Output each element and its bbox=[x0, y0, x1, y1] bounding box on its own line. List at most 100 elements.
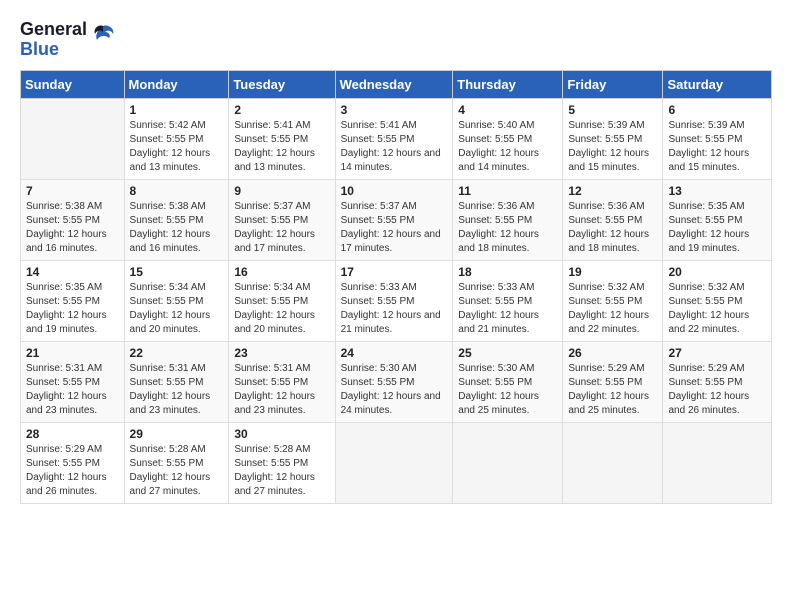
day-info: Sunrise: 5:38 AMSunset: 5:55 PMDaylight:… bbox=[26, 200, 119, 256]
day-info: Sunrise: 5:31 AMSunset: 5:55 PMDaylight:… bbox=[26, 362, 119, 418]
day-info: Sunrise: 5:30 AMSunset: 5:55 PMDaylight:… bbox=[341, 362, 448, 418]
day-cell: 5 Sunrise: 5:39 AMSunset: 5:55 PMDaylight… bbox=[563, 98, 663, 179]
day-cell: 19 Sunrise: 5:32 AMSunset: 5:55 PMDayligh… bbox=[563, 260, 663, 341]
day-cell: 8 Sunrise: 5:38 AMSunset: 5:55 PMDaylight… bbox=[124, 179, 229, 260]
day-cell: 24Sunrise: 5:30 AMSunset: 5:55 PMDayligh… bbox=[335, 341, 453, 422]
header-day-wednesday: Wednesday bbox=[335, 70, 453, 98]
day-number: 20 bbox=[668, 265, 766, 279]
day-cell: 3 Sunrise: 5:41 AMSunset: 5:55 PMDaylight… bbox=[335, 98, 453, 179]
day-cell bbox=[663, 422, 772, 503]
day-cell: 14 Sunrise: 5:35 AMSunset: 5:55 PMDayligh… bbox=[21, 260, 125, 341]
header: General Blue bbox=[20, 20, 772, 60]
week-row-0: 1 Sunrise: 5:42 AMSunset: 5:55 PMDaylight… bbox=[21, 98, 772, 179]
day-cell: 11Sunrise: 5:36 AMSunset: 5:55 PMDayligh… bbox=[453, 179, 563, 260]
day-info: Sunrise: 5:39 AMSunset: 5:55 PMDaylight:… bbox=[568, 119, 657, 175]
day-cell: 20 Sunrise: 5:32 AMSunset: 5:55 PMDayligh… bbox=[663, 260, 772, 341]
day-info: Sunrise: 5:32 AMSunset: 5:55 PMDaylight:… bbox=[568, 281, 657, 337]
week-row-3: 21 Sunrise: 5:31 AMSunset: 5:55 PMDayligh… bbox=[21, 341, 772, 422]
day-number: 13 bbox=[668, 184, 766, 198]
day-cell bbox=[453, 422, 563, 503]
day-number: 22 bbox=[130, 346, 224, 360]
day-number: 18 bbox=[458, 265, 557, 279]
day-number: 1 bbox=[130, 103, 224, 117]
day-number: 10 bbox=[341, 184, 448, 198]
day-number: 4 bbox=[458, 103, 557, 117]
day-info: Sunrise: 5:36 AMSunset: 5:55 PMDaylight:… bbox=[568, 200, 657, 256]
day-info: Sunrise: 5:34 AMSunset: 5:55 PMDaylight:… bbox=[130, 281, 224, 337]
day-info: Sunrise: 5:32 AMSunset: 5:55 PMDaylight:… bbox=[668, 281, 766, 337]
day-cell: 1 Sunrise: 5:42 AMSunset: 5:55 PMDaylight… bbox=[124, 98, 229, 179]
day-number: 16 bbox=[234, 265, 329, 279]
day-cell: 27 Sunrise: 5:29 AMSunset: 5:55 PMDayligh… bbox=[663, 341, 772, 422]
day-info: Sunrise: 5:42 AMSunset: 5:55 PMDaylight:… bbox=[130, 119, 224, 175]
day-number: 28 bbox=[26, 427, 119, 441]
day-info: Sunrise: 5:33 AMSunset: 5:55 PMDaylight:… bbox=[341, 281, 448, 337]
day-info: Sunrise: 5:31 AMSunset: 5:55 PMDaylight:… bbox=[130, 362, 224, 418]
day-number: 3 bbox=[341, 103, 448, 117]
day-info: Sunrise: 5:41 AMSunset: 5:55 PMDaylight:… bbox=[234, 119, 329, 175]
day-number: 25 bbox=[458, 346, 557, 360]
day-cell: 13 Sunrise: 5:35 AMSunset: 5:55 PMDayligh… bbox=[663, 179, 772, 260]
day-number: 6 bbox=[668, 103, 766, 117]
day-cell: 7 Sunrise: 5:38 AMSunset: 5:55 PMDaylight… bbox=[21, 179, 125, 260]
day-info: Sunrise: 5:29 AMSunset: 5:55 PMDaylight:… bbox=[568, 362, 657, 418]
header-day-saturday: Saturday bbox=[663, 70, 772, 98]
day-info: Sunrise: 5:35 AMSunset: 5:55 PMDaylight:… bbox=[26, 281, 119, 337]
day-info: Sunrise: 5:37 AMSunset: 5:55 PMDaylight:… bbox=[341, 200, 448, 256]
day-info: Sunrise: 5:41 AMSunset: 5:55 PMDaylight:… bbox=[341, 119, 448, 175]
day-cell: 17 Sunrise: 5:33 AMSunset: 5:55 PMDayligh… bbox=[335, 260, 453, 341]
day-number: 14 bbox=[26, 265, 119, 279]
header-day-tuesday: Tuesday bbox=[229, 70, 335, 98]
day-number: 19 bbox=[568, 265, 657, 279]
day-cell: 15Sunrise: 5:34 AMSunset: 5:55 PMDayligh… bbox=[124, 260, 229, 341]
day-info: Sunrise: 5:28 AMSunset: 5:55 PMDaylight:… bbox=[234, 443, 329, 499]
day-cell: 10 Sunrise: 5:37 AMSunset: 5:55 PMDayligh… bbox=[335, 179, 453, 260]
logo: General Blue bbox=[20, 20, 117, 60]
day-info: Sunrise: 5:39 AMSunset: 5:55 PMDaylight:… bbox=[668, 119, 766, 175]
day-info: Sunrise: 5:35 AMSunset: 5:55 PMDaylight:… bbox=[668, 200, 766, 256]
day-cell: 4 Sunrise: 5:40 AMSunset: 5:55 PMDaylight… bbox=[453, 98, 563, 179]
day-info: Sunrise: 5:31 AMSunset: 5:55 PMDaylight:… bbox=[234, 362, 329, 418]
day-info: Sunrise: 5:28 AMSunset: 5:55 PMDaylight:… bbox=[130, 443, 224, 499]
day-cell: 23Sunrise: 5:31 AMSunset: 5:55 PMDayligh… bbox=[229, 341, 335, 422]
header-day-thursday: Thursday bbox=[453, 70, 563, 98]
day-info: Sunrise: 5:29 AMSunset: 5:55 PMDaylight:… bbox=[668, 362, 766, 418]
day-number: 2 bbox=[234, 103, 329, 117]
day-cell: 26Sunrise: 5:29 AMSunset: 5:55 PMDayligh… bbox=[563, 341, 663, 422]
calendar-header-row: SundayMondayTuesdayWednesdayThursdayFrid… bbox=[21, 70, 772, 98]
day-number: 27 bbox=[668, 346, 766, 360]
day-info: Sunrise: 5:29 AMSunset: 5:55 PMDaylight:… bbox=[26, 443, 119, 499]
day-cell: 6 Sunrise: 5:39 AMSunset: 5:55 PMDaylight… bbox=[663, 98, 772, 179]
week-row-2: 14 Sunrise: 5:35 AMSunset: 5:55 PMDayligh… bbox=[21, 260, 772, 341]
calendar-table: SundayMondayTuesdayWednesdayThursdayFrid… bbox=[20, 70, 772, 504]
logo-bird-icon bbox=[89, 22, 117, 50]
day-cell: 16 Sunrise: 5:34 AMSunset: 5:55 PMDayligh… bbox=[229, 260, 335, 341]
day-cell: 18 Sunrise: 5:33 AMSunset: 5:55 PMDayligh… bbox=[453, 260, 563, 341]
day-info: Sunrise: 5:38 AMSunset: 5:55 PMDaylight:… bbox=[130, 200, 224, 256]
day-number: 5 bbox=[568, 103, 657, 117]
day-cell: 9Sunrise: 5:37 AMSunset: 5:55 PMDaylight… bbox=[229, 179, 335, 260]
day-cell: 29 Sunrise: 5:28 AMSunset: 5:55 PMDayligh… bbox=[124, 422, 229, 503]
logo-blue: Blue bbox=[20, 40, 87, 60]
day-cell bbox=[335, 422, 453, 503]
day-info: Sunrise: 5:40 AMSunset: 5:55 PMDaylight:… bbox=[458, 119, 557, 175]
day-number: 7 bbox=[26, 184, 119, 198]
day-info: Sunrise: 5:36 AMSunset: 5:55 PMDaylight:… bbox=[458, 200, 557, 256]
day-cell: 25 Sunrise: 5:30 AMSunset: 5:55 PMDayligh… bbox=[453, 341, 563, 422]
week-row-4: 28 Sunrise: 5:29 AMSunset: 5:55 PMDayligh… bbox=[21, 422, 772, 503]
day-cell: 28 Sunrise: 5:29 AMSunset: 5:55 PMDayligh… bbox=[21, 422, 125, 503]
header-day-monday: Monday bbox=[124, 70, 229, 98]
day-cell: 2 Sunrise: 5:41 AMSunset: 5:55 PMDaylight… bbox=[229, 98, 335, 179]
day-number: 17 bbox=[341, 265, 448, 279]
day-cell: 30Sunrise: 5:28 AMSunset: 5:55 PMDayligh… bbox=[229, 422, 335, 503]
day-info: Sunrise: 5:30 AMSunset: 5:55 PMDaylight:… bbox=[458, 362, 557, 418]
header-day-sunday: Sunday bbox=[21, 70, 125, 98]
day-info: Sunrise: 5:34 AMSunset: 5:55 PMDaylight:… bbox=[234, 281, 329, 337]
header-day-friday: Friday bbox=[563, 70, 663, 98]
logo-general: General bbox=[20, 20, 87, 40]
day-info: Sunrise: 5:33 AMSunset: 5:55 PMDaylight:… bbox=[458, 281, 557, 337]
day-number: 8 bbox=[130, 184, 224, 198]
day-number: 29 bbox=[130, 427, 224, 441]
day-cell: 12Sunrise: 5:36 AMSunset: 5:55 PMDayligh… bbox=[563, 179, 663, 260]
day-number: 21 bbox=[26, 346, 119, 360]
